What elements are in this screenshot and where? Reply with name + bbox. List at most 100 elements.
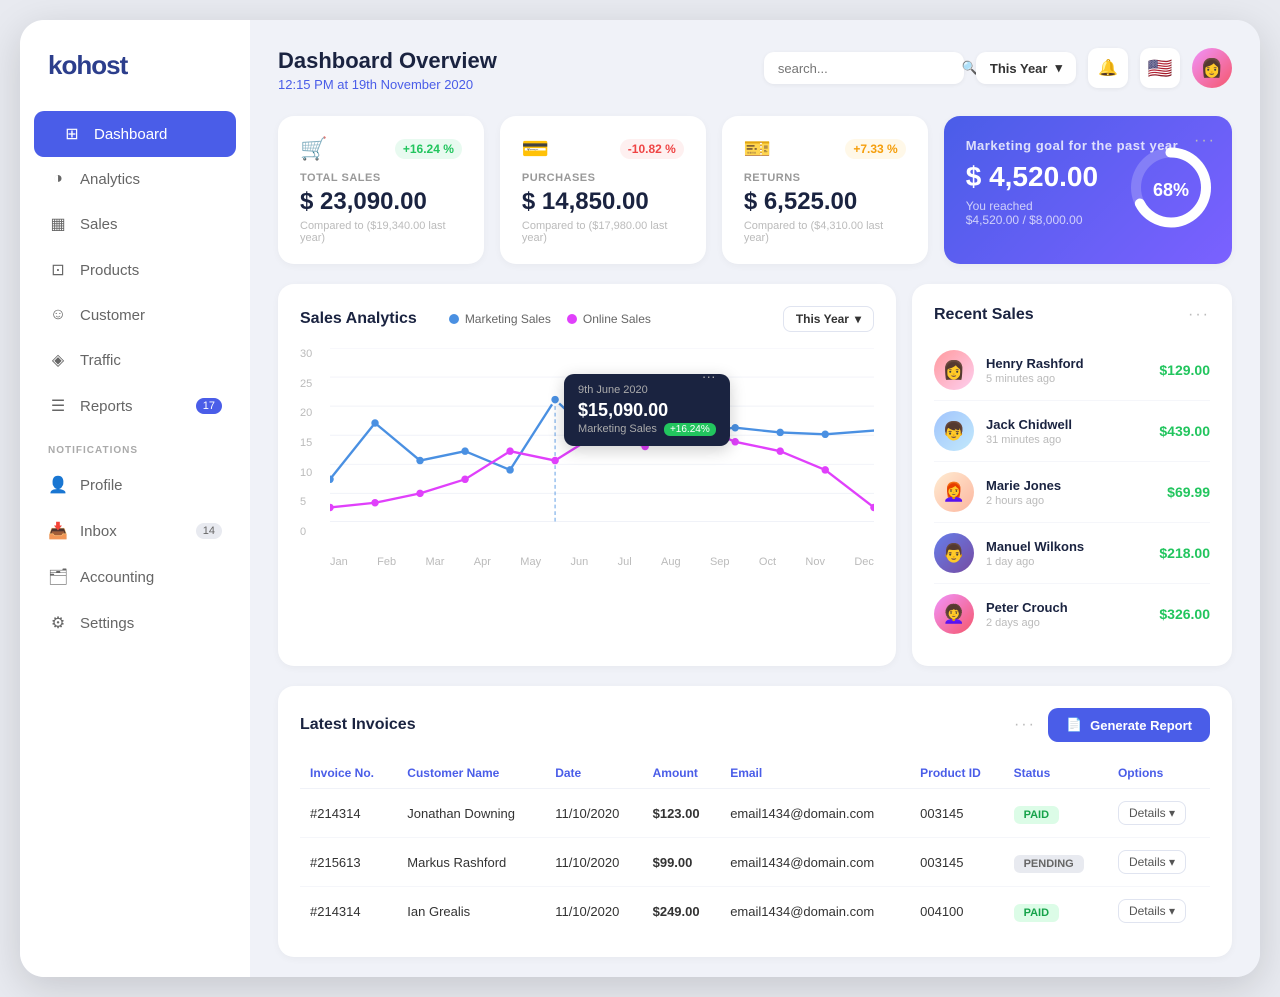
purchases-badge: -10.82 % (620, 139, 684, 159)
sidebar-item-inbox[interactable]: 📥 Inbox 14 (20, 508, 250, 554)
sale-amount-1: $439.00 (1159, 423, 1210, 439)
traffic-icon: ◈ (48, 350, 68, 370)
sidebar-item-label: Analytics (80, 171, 140, 188)
returns-label: RETURNS (744, 172, 906, 184)
sales-value: $ 23,090.00 (300, 188, 462, 216)
table-row: #214314 Jonathan Downing 11/10/2020 $123… (300, 789, 1210, 838)
search-box[interactable]: 🔍 (764, 52, 964, 84)
inbox-badge: 14 (196, 523, 222, 539)
sale-avatar-2: 👩‍🦰 (934, 472, 974, 512)
tooltip-date: 9th June 2020 (578, 384, 716, 396)
online-dot (567, 314, 577, 324)
sale-info-3: Manuel Wilkons 1 day ago (986, 539, 1147, 568)
stats-row: 🛒 +16.24 % TOTAL SALES $ 23,090.00 Compa… (278, 116, 1232, 264)
sidebar-item-products[interactable]: ⊡ Products (20, 247, 250, 293)
col-amount: Amount (643, 758, 721, 789)
amount-2: $249.00 (643, 887, 721, 936)
flag-button[interactable]: 🇺🇸 (1140, 48, 1180, 88)
legend-online: Online Sales (567, 312, 651, 326)
bell-icon: 🔔 (1098, 58, 1118, 78)
generate-report-label: Generate Report (1090, 718, 1192, 733)
sale-info-0: Henry Rashford 5 minutes ago (986, 356, 1147, 385)
options-0[interactable]: Details ▾ (1108, 789, 1210, 838)
year-filter-button[interactable]: This Year ▾ (976, 52, 1076, 84)
sidebar-item-profile[interactable]: 👤 Profile (20, 462, 250, 508)
recent-sales-card: Recent Sales ··· 👩 Henry Rashford 5 minu… (912, 284, 1232, 666)
stat-card-returns: 🎫 +7.33 % RETURNS $ 6,525.00 Compared to… (722, 116, 928, 264)
sale-info-1: Jack Chidwell 31 minutes ago (986, 417, 1147, 446)
amount-1: $99.00 (643, 838, 721, 887)
col-options: Options (1108, 758, 1210, 789)
chevron-down-icon: ▾ (1055, 60, 1062, 76)
product-id-1: 003145 (910, 838, 1003, 887)
chart-header: Sales Analytics Marketing Sales Online S… (300, 306, 874, 332)
sidebar-item-analytics[interactable]: ◑ Analytics (20, 157, 250, 201)
options-2[interactable]: Details ▾ (1108, 887, 1210, 936)
sidebar-item-label: Dashboard (94, 126, 167, 143)
stat-card-purchases: 💳 -10.82 % PURCHASES $ 14,850.00 Compare… (500, 116, 706, 264)
page-header: Dashboard Overview 12:15 PM at 19th Nove… (278, 48, 1232, 92)
col-product: Product ID (910, 758, 1003, 789)
details-button-0[interactable]: Details ▾ (1118, 801, 1186, 825)
dashboard-icon: ⊞ (62, 124, 82, 144)
customer-name-0: Jonathan Downing (397, 789, 545, 838)
stat-card-total-sales: 🛒 +16.24 % TOTAL SALES $ 23,090.00 Compa… (278, 116, 484, 264)
sidebar: kohost ⊞ Dashboard ◑ Analytics ▦ Sales ⊡… (20, 20, 250, 977)
sale-time-0: 5 minutes ago (986, 373, 1147, 385)
amount-0: $123.00 (643, 789, 721, 838)
recent-sales-header: Recent Sales ··· (934, 306, 1210, 324)
sale-time-1: 31 minutes ago (986, 434, 1147, 446)
invoices-table: Invoice No. Customer Name Date Amount Em… (300, 758, 1210, 935)
customer-name-1: Markus Rashford (397, 838, 545, 887)
sidebar-item-settings[interactable]: ⚙ Settings (20, 600, 250, 646)
sale-time-2: 2 hours ago (986, 495, 1155, 507)
sidebar-item-label: Sales (80, 216, 118, 233)
sidebar-item-label: Customer (80, 307, 145, 324)
stat-card-marketing: ··· Marketing goal for the past year $ 4… (944, 116, 1232, 264)
invoice-no-2: #214314 (300, 887, 397, 936)
product-id-2: 004100 (910, 887, 1003, 936)
sidebar-item-label: Inbox (80, 523, 117, 540)
returns-icon: 🎫 (744, 136, 771, 162)
chart-filter-label: This Year (796, 312, 849, 326)
sidebar-item-reports[interactable]: ☰ Reports 17 (20, 383, 250, 429)
sale-item-3: 👨 Manuel Wilkons 1 day ago $218.00 (934, 523, 1210, 584)
chart-y-labels: 302520151050 (300, 348, 312, 538)
details-button-1[interactable]: Details ▾ (1118, 850, 1186, 874)
chart-title: Sales Analytics (300, 310, 417, 328)
main-content: Dashboard Overview 12:15 PM at 19th Nove… (250, 20, 1260, 977)
sidebar-item-sales[interactable]: ▦ Sales (20, 201, 250, 247)
page-title: Dashboard Overview (278, 48, 497, 74)
sale-info-2: Marie Jones 2 hours ago (986, 478, 1155, 507)
notification-button[interactable]: 🔔 (1088, 48, 1128, 88)
tooltip-label: Marketing Sales +16.24% (578, 423, 716, 436)
invoices-more-button[interactable]: ··· (1014, 716, 1036, 734)
purchases-icon: 💳 (522, 136, 549, 162)
sale-time-3: 1 day ago (986, 556, 1147, 568)
col-date: Date (545, 758, 642, 789)
sale-name-0: Henry Rashford (986, 356, 1147, 371)
sidebar-item-accounting[interactable]: 🗂 Accounting (20, 554, 250, 600)
invoices-card: Latest Invoices ··· 📄 Generate Report In… (278, 686, 1232, 957)
online-legend-label: Online Sales (583, 312, 651, 326)
sidebar-item-dashboard[interactable]: ⊞ Dashboard (34, 111, 236, 157)
generate-report-button[interactable]: 📄 Generate Report (1048, 708, 1210, 742)
sidebar-item-customer[interactable]: ☺ Customer (20, 293, 250, 337)
avatar[interactable]: 👩 (1192, 48, 1232, 88)
profile-icon: 👤 (48, 475, 68, 495)
sidebar-item-traffic[interactable]: ◈ Traffic (20, 337, 250, 383)
sale-amount-4: $326.00 (1159, 606, 1210, 622)
search-input[interactable] (778, 61, 954, 76)
tooltip-badge: +16.24% (664, 423, 716, 436)
col-invoice: Invoice No. (300, 758, 397, 789)
chart-filter-button[interactable]: This Year ▾ (783, 306, 874, 332)
inbox-icon: 📥 (48, 521, 68, 541)
sale-name-3: Manuel Wilkons (986, 539, 1147, 554)
details-button-2[interactable]: Details ▾ (1118, 899, 1186, 923)
recent-sales-more-button[interactable]: ··· (1188, 306, 1210, 324)
sale-avatar-4: 👩‍🦱 (934, 594, 974, 634)
returns-value: $ 6,525.00 (744, 188, 906, 216)
options-1[interactable]: Details ▾ (1108, 838, 1210, 887)
reports-badge: 17 (196, 398, 222, 414)
invoice-no-1: #215613 (300, 838, 397, 887)
